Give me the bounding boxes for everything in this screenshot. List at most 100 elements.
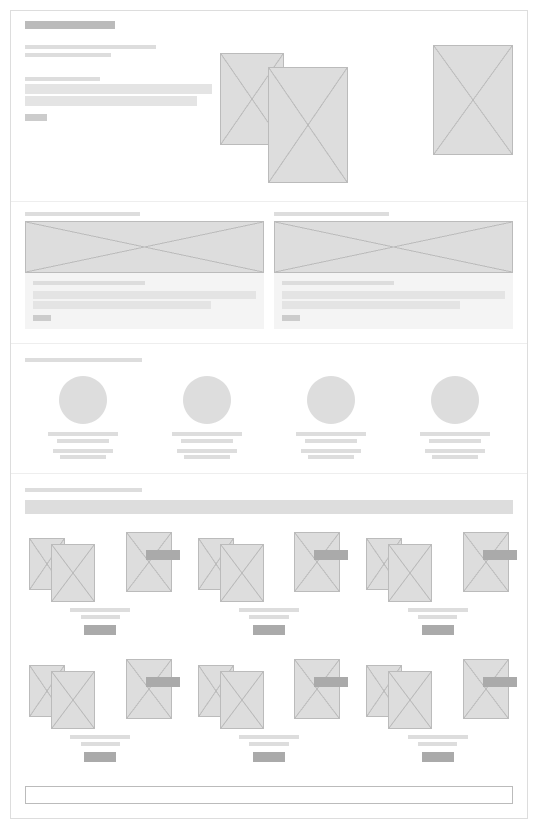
card-image	[25, 221, 264, 273]
products-section	[11, 474, 527, 776]
member-line	[308, 455, 354, 459]
team-member	[397, 376, 513, 459]
avatar	[307, 376, 355, 424]
member-name	[172, 432, 242, 436]
member-line	[425, 449, 485, 453]
card-body	[274, 273, 513, 329]
card	[274, 212, 513, 329]
team-member	[149, 376, 265, 459]
product-card	[362, 528, 513, 635]
product-image-stack	[25, 655, 176, 727]
member-name	[48, 432, 118, 436]
hero-body-1	[25, 84, 212, 94]
hero-cta-button[interactable]	[25, 114, 47, 121]
member-line	[60, 455, 106, 459]
member-role	[429, 439, 481, 443]
avatar	[59, 376, 107, 424]
product-image-stack	[362, 528, 513, 600]
product-badge	[314, 550, 348, 560]
product-sub	[249, 742, 288, 746]
member-role	[57, 439, 109, 443]
hero-image-stack	[220, 45, 513, 185]
product-cta-button[interactable]	[253, 625, 285, 635]
product-sub	[249, 615, 288, 619]
member-line	[177, 449, 237, 453]
hero-image-right	[433, 45, 513, 155]
product-image-stack	[194, 528, 345, 600]
footer-input[interactable]	[25, 786, 513, 804]
product-badge	[146, 677, 180, 687]
product-sub	[81, 742, 120, 746]
product-card	[194, 655, 345, 762]
product-image-stack	[25, 528, 176, 600]
product-title	[239, 608, 299, 612]
product-image	[51, 671, 95, 729]
member-line	[432, 455, 478, 459]
hero-body-2	[25, 96, 197, 106]
product-image	[220, 671, 264, 729]
product-card	[25, 655, 176, 762]
product-badge	[483, 677, 517, 687]
product-image	[463, 532, 509, 592]
product-card	[25, 528, 176, 635]
card-eyebrow	[25, 212, 140, 216]
product-cta-button[interactable]	[422, 625, 454, 635]
team-member	[25, 376, 141, 459]
product-cta-button[interactable]	[422, 752, 454, 762]
member-role	[305, 439, 357, 443]
product-image-stack	[194, 655, 345, 727]
hero-label	[25, 77, 100, 81]
product-title	[239, 735, 299, 739]
member-line	[301, 449, 361, 453]
product-cta-button[interactable]	[253, 752, 285, 762]
card-image	[274, 221, 513, 273]
product-image	[220, 544, 264, 602]
card-cta-button[interactable]	[33, 315, 51, 321]
card-eyebrow	[274, 212, 389, 216]
card-line	[33, 301, 211, 309]
team-section	[11, 344, 527, 474]
product-image	[51, 544, 95, 602]
card-line	[282, 291, 505, 299]
hero-text-block	[25, 45, 220, 185]
product-title	[70, 608, 130, 612]
member-name	[420, 432, 490, 436]
card-cta-button[interactable]	[282, 315, 300, 321]
hero-subtitle	[25, 45, 156, 49]
hero-image-center	[268, 67, 348, 183]
product-badge	[483, 550, 517, 560]
product-title	[70, 735, 130, 739]
avatar	[431, 376, 479, 424]
product-image	[294, 532, 340, 592]
product-image	[463, 659, 509, 719]
product-cta-button[interactable]	[84, 625, 116, 635]
page	[10, 10, 528, 819]
card-body	[25, 273, 264, 329]
products-grid	[25, 528, 513, 762]
card-line	[282, 301, 460, 309]
product-badge	[314, 677, 348, 687]
products-banner	[25, 500, 513, 514]
product-image	[388, 671, 432, 729]
product-image	[126, 532, 172, 592]
product-image	[388, 544, 432, 602]
product-sub	[418, 742, 457, 746]
page-header	[11, 11, 527, 39]
member-name	[296, 432, 366, 436]
product-card	[194, 528, 345, 635]
card-heading	[33, 281, 145, 285]
member-role	[181, 439, 233, 443]
member-line	[184, 455, 230, 459]
avatar	[183, 376, 231, 424]
product-title	[408, 608, 468, 612]
page-title	[25, 21, 115, 29]
product-image	[294, 659, 340, 719]
cards-row	[11, 202, 527, 344]
product-title	[408, 735, 468, 739]
team-member	[273, 376, 389, 459]
product-cta-button[interactable]	[84, 752, 116, 762]
card	[25, 212, 264, 329]
product-image	[126, 659, 172, 719]
card-heading	[282, 281, 394, 285]
hero-section	[11, 39, 527, 202]
